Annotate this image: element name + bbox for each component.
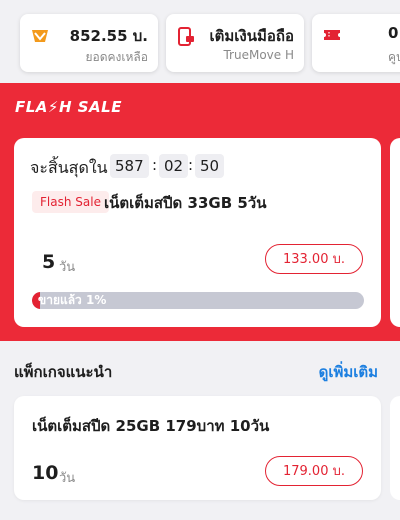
balance-card[interactable]: 852.55 บ. ยอดคงเหลือ [20, 14, 158, 72]
coupon-label: คูปอง [388, 50, 400, 64]
topup-card[interactable]: เติมเงินมือถือ TrueMove H [166, 14, 304, 72]
package-days-unit: วัน [59, 471, 76, 486]
coupon-count: 0 [388, 24, 399, 42]
countdown-minutes: 02 [159, 154, 189, 178]
package-days: 5 [42, 251, 56, 273]
ticket-icon [323, 27, 341, 46]
next-flash-card[interactable] [390, 138, 400, 327]
flash-sale-section: FLA⚡H SALE จะสิ้นสุดใน 587 : 02 : 50 Fla… [0, 83, 400, 341]
flash-sale-package-card[interactable]: จะสิ้นสุดใน 587 : 02 : 50 Flash Sale เน็… [14, 138, 381, 327]
balance-label: ยอดคงเหลือ [85, 50, 149, 64]
package-days-unit: วัน [59, 260, 76, 275]
mobile-topup-icon [177, 27, 195, 51]
package-name: เน็ตเต็มสปีด 33GB 5วัน [104, 194, 267, 212]
page: 852.55 บ. ยอดคงเหลือ เติมเงินมือถือ True… [0, 0, 400, 520]
balance-value: 852.55 บ. [69, 27, 148, 45]
countdown-label: จะสิ้นสุดใน [30, 158, 108, 177]
buy-price-button[interactable]: 133.00 บ. [265, 244, 363, 274]
coupon-card[interactable]: 0 คูปอง [312, 14, 400, 72]
countdown-separator: : [152, 156, 158, 174]
recommended-package-card[interactable]: เน็ตเต็มสปีด 25GB 179บาท 10วัน 10 วัน 17… [14, 396, 381, 500]
wallet-icon [31, 27, 49, 49]
buy-price-button[interactable]: 179.00 บ. [265, 456, 363, 486]
topup-title: เติมเงินมือถือ [209, 27, 294, 45]
sold-progress-bar: ขายแล้ว 1% [32, 292, 364, 309]
flash-sale-badge: Flash Sale [32, 191, 109, 213]
quick-cards-strip: 852.55 บ. ยอดคงเหลือ เติมเงินมือถือ True… [0, 0, 400, 82]
sold-progress-label: ขายแล้ว 1% [38, 293, 107, 307]
see-more-link[interactable]: ดูเพิ่มเติม [319, 360, 378, 384]
flash-sale-title: FLA⚡H SALE [15, 98, 122, 116]
topup-operator: TrueMove H [223, 48, 294, 62]
package-days: 10 [32, 462, 59, 484]
countdown-seconds: 50 [195, 154, 225, 178]
package-name: เน็ตเต็มสปีด 25GB 179บาท 10วัน [32, 417, 270, 435]
countdown-separator: : [188, 156, 194, 174]
next-recommended-card[interactable] [390, 396, 400, 500]
countdown-hours: 587 [110, 154, 149, 178]
recommended-title: แพ็กเกจแนะนำ [14, 363, 113, 381]
